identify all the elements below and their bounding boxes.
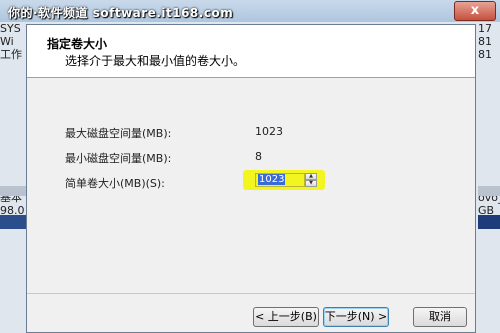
background-text-line [0, 87, 26, 100]
page-title: 指定卷大小 [47, 37, 108, 51]
background-text-line [0, 113, 26, 126]
next-button[interactable]: 下一步(N) > [323, 307, 389, 327]
background-divider [478, 186, 500, 196]
background-text-line [478, 113, 500, 126]
volume-size-value: 1023 [258, 174, 286, 185]
close-button[interactable]: x [454, 1, 496, 21]
background-right-column: 178181 ovo_GB状态 [478, 22, 500, 230]
background-text-line [478, 74, 500, 87]
dialog-header: 指定卷大小 选择介于最大和最小值的卷大小。 [27, 25, 475, 78]
background-text-line: Wi [0, 35, 14, 48]
background-disk-bar [478, 215, 500, 229]
spin-up-icon[interactable]: ▲ [305, 173, 317, 180]
background-text-line: SYS [0, 22, 21, 35]
cancel-button[interactable]: 取消 [413, 307, 467, 327]
background-text-line: 81 [478, 35, 492, 48]
back-button[interactable]: < 上一步(B) [253, 307, 319, 327]
max-size-label: 最大磁盘空间量(MB): [65, 127, 172, 140]
background-text-line: 工作 [0, 48, 22, 61]
volume-size-spinner: 1023 ▲ ▼ [243, 170, 325, 190]
background-text-line [0, 152, 26, 165]
background-text-line [0, 165, 26, 178]
background-text-line [478, 61, 500, 74]
volume-size-input[interactable]: 1023 [255, 173, 305, 187]
background-text-line [478, 152, 500, 165]
background-left-column: SYSWi工作 基本98.0联机 [0, 22, 26, 230]
spin-buttons: ▲ ▼ [305, 173, 317, 187]
background-text-line [0, 74, 26, 87]
page-subtitle: 选择介于最大和最小值的卷大小。 [65, 54, 246, 68]
volume-size-label: 简单卷大小(MB)(S): [65, 177, 165, 190]
min-size-label: 最小磁盘空间量(MB): [65, 152, 172, 165]
background-text-line [478, 87, 500, 100]
background-text-line [478, 100, 500, 113]
background-text-line [0, 100, 26, 113]
background-divider [0, 186, 26, 196]
background-text-line [0, 61, 26, 74]
footer-separator [27, 293, 475, 294]
background-text-line [478, 126, 500, 139]
background-text-line: 81 [478, 48, 492, 61]
watermark: 你的·软件频道 software.it168.com [8, 6, 234, 20]
min-size-value: 8 [255, 150, 262, 163]
max-size-value: 1023 [255, 125, 283, 138]
background-text-line [0, 139, 26, 152]
spin-down-icon[interactable]: ▼ [305, 180, 317, 187]
background-text-line [0, 126, 26, 139]
new-simple-volume-wizard: 指定卷大小 选择介于最大和最小值的卷大小。 最大磁盘空间量(MB): 1023 … [26, 24, 476, 333]
background-text-line: 17 [478, 22, 492, 35]
background-disk-bar [0, 215, 26, 229]
background-text-line [478, 165, 500, 178]
background-text-line [478, 139, 500, 152]
